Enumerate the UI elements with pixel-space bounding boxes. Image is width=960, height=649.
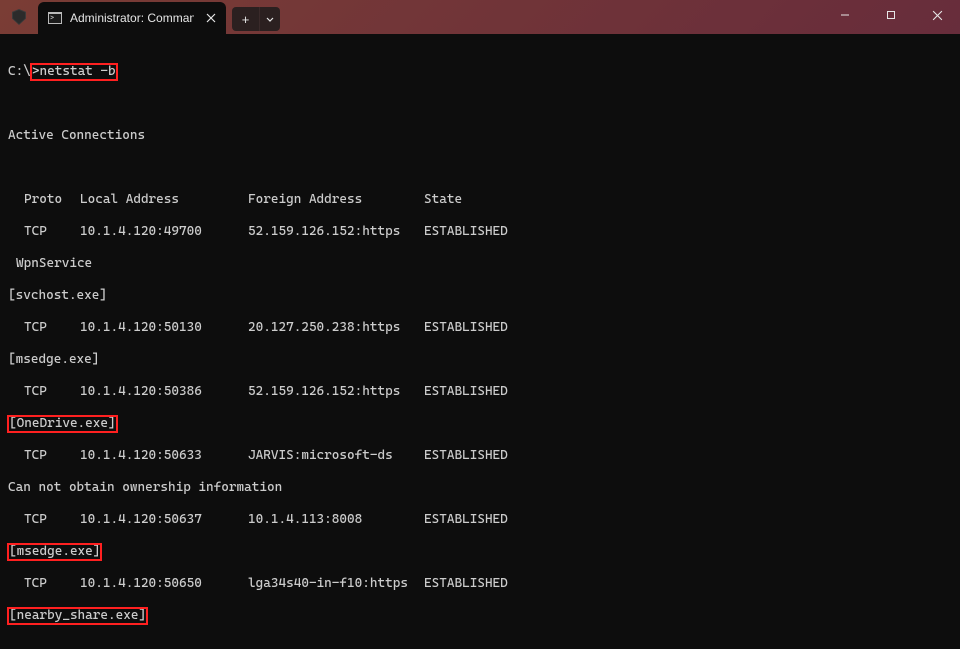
table-row: TCP10.1.4.120:4970052.159.126.152:httpsE… [8,224,952,240]
maximize-button[interactable] [868,0,914,30]
window-controls [822,0,960,34]
titlebar-spacer[interactable] [280,0,822,34]
table-row: TCP10.1.4.120:5013020.127.250.238:httpsE… [8,320,952,336]
tabstrip-controls: + [232,4,280,34]
new-tab-button[interactable]: + [232,7,260,31]
title-bar: Administrator: Command Pro + [0,0,960,34]
col-local-header: Local Address [80,192,248,208]
close-tab-button[interactable] [202,9,220,27]
shield-icon [12,9,26,25]
terminal-icon [48,12,62,24]
minimize-button[interactable] [822,0,868,30]
close-window-button[interactable] [914,0,960,30]
col-proto-header: Proto [24,192,80,208]
highlight-nearby-share: [nearby_share.exe] [8,608,952,624]
table-row: TCP10.1.4.120:5038652.159.126.152:httpsE… [8,384,952,400]
ownership-error: Can not obtain ownership information [8,480,952,496]
col-foreign-header: Foreign Address [248,192,424,208]
tab-title: Administrator: Command Pro [70,11,194,25]
table-row: TCP10.1.4.120:50633JARVIS:microsoft-dsES… [8,448,952,464]
highlight-msedge: [msedge.exe] [8,544,952,560]
app-icon-zone [0,0,38,34]
highlight-onedrive: [OneDrive.exe] [8,416,952,432]
blank-line [8,640,952,649]
table-row: TCP10.1.4.120:50650lga34s40-in-f10:https… [8,576,952,592]
tab-dropdown-button[interactable] [260,7,280,31]
terminal-pane[interactable]: C:\>netstat -b Active Connections ProtoL… [0,34,960,649]
col-state-header: State [424,192,462,208]
tab-active[interactable]: Administrator: Command Pro [38,2,226,34]
service-name: WpnService [8,256,952,272]
highlight-command: >netstat -b [31,64,117,80]
prompt-line-1: C:\>netstat -b [8,64,952,80]
blank-line [8,160,952,176]
table-header-row: ProtoLocal AddressForeign AddressState [8,192,952,208]
process-owner: [svchost.exe] [8,288,952,304]
blank-line [8,96,952,112]
table-row: TCP10.1.4.120:5063710.1.4.113:8008ESTABL… [8,512,952,528]
active-connections-heading: Active Connections [8,128,952,144]
process-owner: [msedge.exe] [8,352,952,368]
